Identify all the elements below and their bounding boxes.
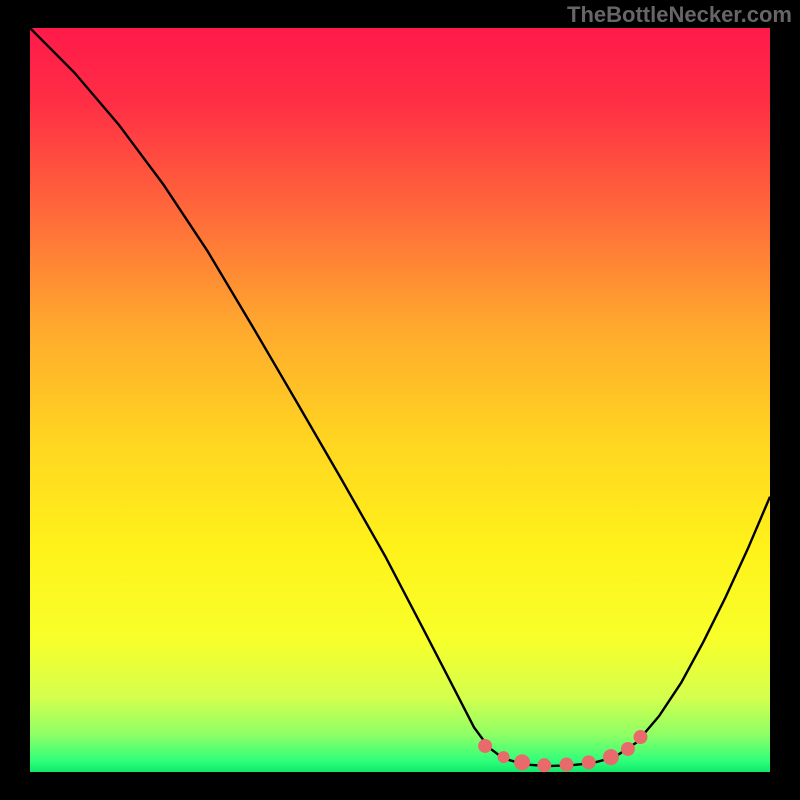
marker-point: [560, 758, 574, 772]
chart-container: { "watermark": "TheBottleNecker.com", "c…: [0, 0, 800, 800]
marker-point: [634, 730, 648, 744]
marker-point: [514, 754, 530, 770]
marker-point: [478, 739, 492, 753]
marker-point: [498, 751, 510, 763]
marker-point: [582, 755, 596, 769]
marker-point: [621, 742, 635, 756]
bottleneck-chart: [0, 0, 800, 800]
marker-point: [537, 758, 551, 772]
marker-point: [603, 749, 619, 765]
watermark-text: TheBottleNecker.com: [567, 2, 792, 28]
plot-background: [30, 28, 770, 772]
